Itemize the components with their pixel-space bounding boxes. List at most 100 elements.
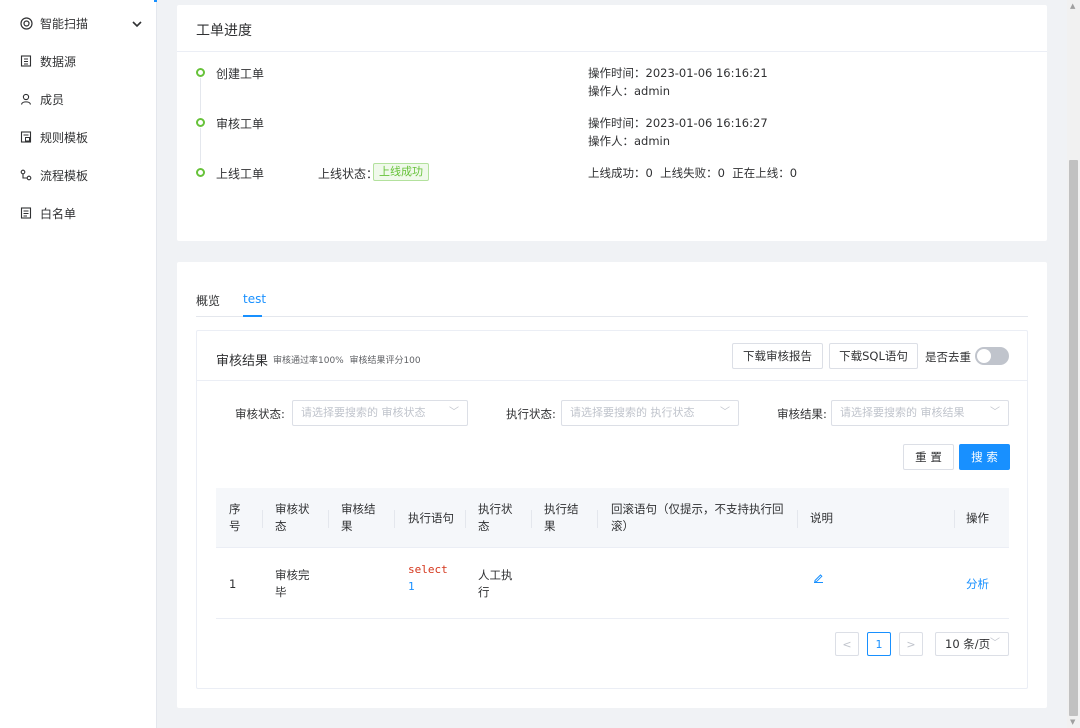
toggle-knob	[977, 349, 991, 363]
timeline-step-detail: 操作时间：2023-01-06 16:16:21 操作人：admin	[588, 64, 768, 100]
chevron-down-icon: ﹀	[990, 638, 1000, 649]
column-separator	[262, 510, 263, 528]
page-size-value: 10 条/页	[945, 637, 991, 651]
column-separator	[954, 510, 955, 528]
column-separator	[328, 510, 329, 528]
database-icon	[18, 53, 34, 69]
prev-page-button[interactable]: <	[835, 632, 859, 656]
operation-time: 操作时间：2023-01-06 16:16:27	[588, 116, 768, 130]
timeline-dot	[196, 118, 205, 127]
tab-test[interactable]: test	[243, 292, 266, 306]
sidebar-item-label: 流程模板	[40, 168, 89, 183]
whitelist-icon	[18, 205, 34, 221]
column-header: 执行语句	[408, 511, 454, 525]
scroll-down-arrow-icon[interactable]: ▼	[1070, 718, 1075, 726]
column-separator	[597, 510, 598, 528]
exec-status-select[interactable]: 请选择要搜索的 执行状态 ﹀	[561, 400, 739, 426]
sidebar-item-datasource[interactable]: 数据源	[0, 42, 156, 80]
column-header: 操作	[966, 511, 989, 525]
workflow-icon	[18, 167, 34, 183]
select-placeholder: 请选择要搜索的 审核结果	[840, 406, 965, 419]
online-summary: 上线成功：0 上线失败：0 正在上线：0	[588, 166, 798, 180]
sidebar: 智能扫描 数据源 成员 规则模板 流程模板 白名单	[0, 0, 157, 728]
chevron-down-icon: ﹀	[720, 407, 730, 418]
timeline-step-name: 审核工单	[216, 117, 265, 131]
sql-keyword: select	[408, 563, 448, 576]
audit-result-label: 审核结果:	[777, 407, 827, 421]
next-page-button[interactable]: >	[899, 632, 923, 656]
target-icon	[18, 15, 34, 31]
audit-status-label: 审核状态:	[235, 407, 285, 421]
audit-result-select[interactable]: 请选择要搜索的 审核结果 ﹀	[831, 400, 1009, 426]
timeline-line	[200, 128, 201, 164]
scroll-up-arrow-icon[interactable]: ▲	[1070, 2, 1075, 10]
audit-results-panel: 审核结果 审核通过率100% 审核结果评分100 下载审核报告 下载SQL语句 …	[196, 330, 1028, 689]
sidebar-item-members[interactable]: 成员	[0, 80, 156, 118]
active-tab-indicator	[243, 315, 262, 317]
select-placeholder: 请选择要搜索的 审核状态	[301, 406, 426, 419]
download-sql-button[interactable]: 下载SQL语句	[829, 343, 918, 369]
analyze-link[interactable]: 分析	[966, 576, 989, 593]
chevron-left-icon: <	[842, 637, 852, 651]
column-header: 审核状态	[275, 502, 310, 533]
cell-index: 1	[229, 577, 237, 591]
chevron-right-icon: >	[906, 637, 916, 651]
column-separator	[394, 510, 395, 528]
sidebar-item-label: 规则模板	[40, 130, 89, 145]
cell-audit-status: 审核完毕	[275, 568, 310, 599]
sql-literal: 1	[408, 580, 415, 593]
reset-button[interactable]: 重 置	[903, 444, 954, 470]
scrollbar-thumb[interactable]	[1069, 160, 1078, 716]
timeline-dot	[196, 168, 205, 177]
dedupe-toggle[interactable]	[975, 347, 1009, 365]
sidebar-item-workflow-template[interactable]: 流程模板	[0, 156, 156, 194]
column-header: 执行结果	[544, 502, 579, 533]
edit-icon[interactable]	[813, 571, 824, 588]
tab-overview[interactable]: 概览	[196, 292, 220, 309]
sidebar-top-line	[0, 0, 157, 2]
page-number-button[interactable]: 1	[867, 632, 891, 656]
tab-bar: 概览 test	[196, 292, 1028, 317]
audit-card: 概览 test 审核结果 审核通过率100% 审核结果评分100 下载审核报告 …	[177, 262, 1047, 708]
audit-results-title: 审核结果	[216, 354, 269, 369]
operation-time: 操作时间：2023-01-06 16:16:21	[588, 66, 768, 80]
cell-exec-status: 人工执行	[478, 568, 513, 599]
column-header: 执行状态	[478, 502, 513, 533]
sidebar-item-label: 智能扫描	[40, 16, 89, 31]
cell-sql-statement: select 1	[408, 561, 458, 595]
dedupe-label: 是否去重	[925, 350, 971, 364]
page-scrollbar[interactable]: ▲ ▼	[1067, 0, 1080, 728]
audit-status-select[interactable]: 请选择要搜索的 审核状态 ﹀	[292, 400, 468, 426]
user-icon	[18, 91, 34, 107]
sidebar-item-smart-scan[interactable]: 智能扫描	[0, 4, 156, 42]
operator: 操作人：admin	[588, 84, 671, 98]
table-header: 序号 审核状态 审核结果 执行语句 执行状态 执行结果 回滚语句（仅提示，不支持…	[216, 488, 1009, 548]
table-row: 1 审核完毕 select 1 人工执行 分析	[216, 548, 1009, 619]
download-report-button[interactable]: 下载审核报告	[732, 343, 823, 369]
rule-template-icon	[18, 129, 34, 145]
sidebar-item-label: 成员	[40, 92, 65, 107]
column-header: 说明	[810, 511, 833, 525]
timeline-step-name: 创建工单	[216, 67, 265, 81]
sidebar-item-rule-template[interactable]: 规则模板	[0, 118, 156, 156]
online-status-label: 上线状态：	[318, 167, 379, 181]
chevron-down-icon: ﹀	[449, 407, 459, 418]
divider	[177, 51, 1047, 52]
chevron-down-icon: ﹀	[990, 407, 1000, 418]
progress-title: 工单进度	[196, 23, 252, 39]
chevron-down-icon[interactable]	[132, 17, 142, 31]
sidebar-item-whitelist[interactable]: 白名单	[0, 194, 156, 232]
timeline-line	[200, 78, 201, 114]
column-header: 审核结果	[341, 502, 376, 533]
timeline-dot	[196, 68, 205, 77]
timeline-step-name: 上线工单	[216, 167, 265, 181]
timeline-step-detail: 操作时间：2023-01-06 16:16:27 操作人：admin	[588, 114, 768, 150]
column-separator	[465, 510, 466, 528]
column-header: 序号	[229, 502, 241, 533]
search-button[interactable]: 搜 索	[959, 444, 1010, 470]
sidebar-item-label: 白名单	[40, 206, 77, 221]
column-separator	[797, 510, 798, 528]
audit-results-subtitle: 审核通过率100% 审核结果评分100	[273, 356, 421, 366]
page-size-select[interactable]: 10 条/页 ﹀	[935, 632, 1009, 656]
audit-results-header: 审核结果 审核通过率100% 审核结果评分100 下载审核报告 下载SQL语句 …	[197, 331, 1027, 381]
